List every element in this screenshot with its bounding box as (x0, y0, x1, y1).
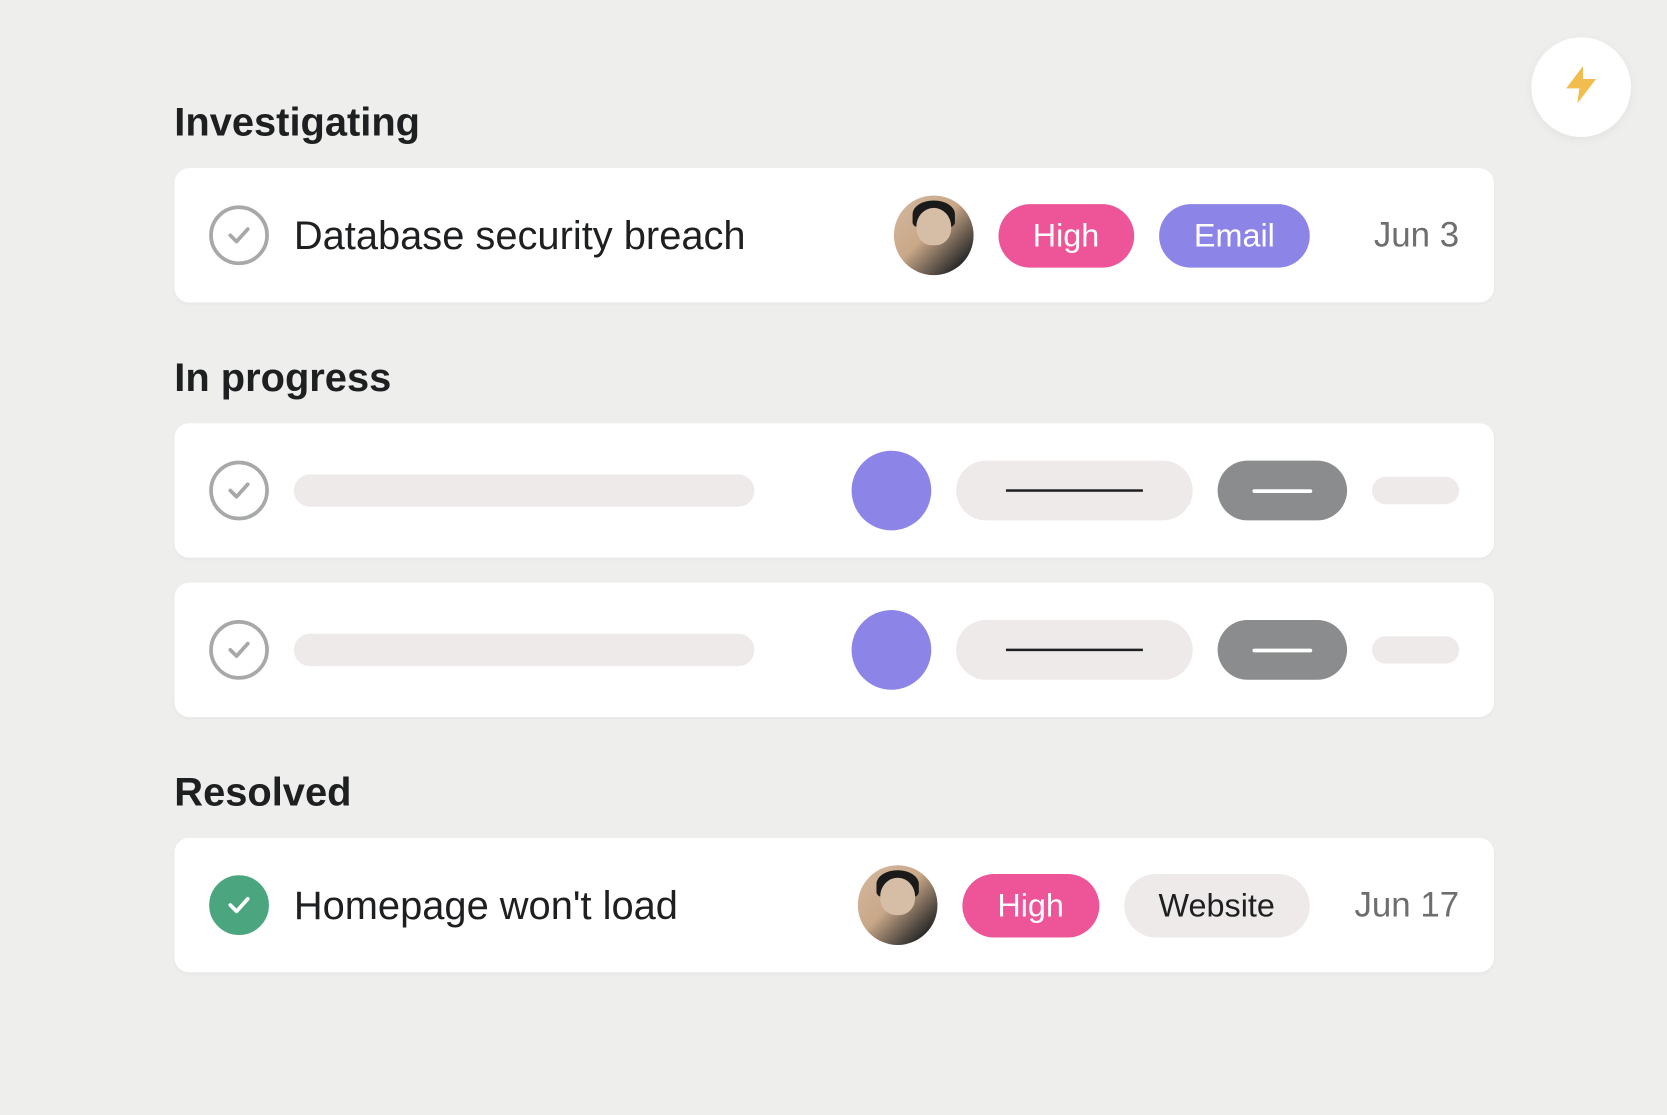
task-title: Database security breach (294, 212, 869, 258)
priority-pill[interactable]: High (998, 204, 1134, 267)
task-title-placeholder (294, 474, 755, 506)
task-due-date: Jun 17 (1335, 885, 1460, 925)
section-investigating: Investigating Database security breach H… (174, 100, 1494, 303)
section-title: Resolved (174, 769, 1494, 815)
priority-pill-placeholder (956, 461, 1193, 521)
section-resolved: Resolved Homepage won't load High Websit… (174, 769, 1494, 972)
task-due-date: Jun 3 (1335, 215, 1460, 255)
assignee-avatar[interactable] (858, 865, 938, 945)
task-row-placeholder[interactable] (174, 423, 1494, 557)
task-row-placeholder[interactable] (174, 583, 1494, 717)
priority-pill-placeholder (956, 620, 1193, 680)
source-pill[interactable]: Website (1124, 873, 1310, 936)
complete-task-checkbox[interactable] (209, 875, 269, 935)
complete-task-checkbox[interactable] (209, 461, 269, 521)
task-board: Investigating Database security breach H… (0, 0, 1667, 1047)
source-pill[interactable]: Email (1159, 204, 1310, 267)
priority-pill[interactable]: High (962, 873, 1098, 936)
task-due-date-placeholder (1372, 477, 1459, 504)
source-pill-placeholder (1218, 461, 1347, 521)
section-in-progress: In progress (174, 355, 1494, 717)
assignee-avatar-placeholder[interactable] (852, 451, 932, 531)
task-title: Homepage won't load (294, 882, 833, 928)
section-title: In progress (174, 355, 1494, 401)
lightning-icon (1559, 62, 1604, 113)
quick-action-button[interactable] (1531, 37, 1631, 137)
task-row[interactable]: Database security breach High Email Jun … (174, 168, 1494, 302)
assignee-avatar[interactable] (893, 195, 973, 275)
complete-task-checkbox[interactable] (209, 620, 269, 680)
task-due-date-placeholder (1372, 636, 1459, 663)
task-title-placeholder (294, 634, 755, 666)
section-title: Investigating (174, 100, 1494, 146)
source-pill-placeholder (1218, 620, 1347, 680)
task-row[interactable]: Homepage won't load High Website Jun 17 (174, 838, 1494, 972)
complete-task-checkbox[interactable] (209, 205, 269, 265)
assignee-avatar-placeholder[interactable] (852, 610, 932, 690)
